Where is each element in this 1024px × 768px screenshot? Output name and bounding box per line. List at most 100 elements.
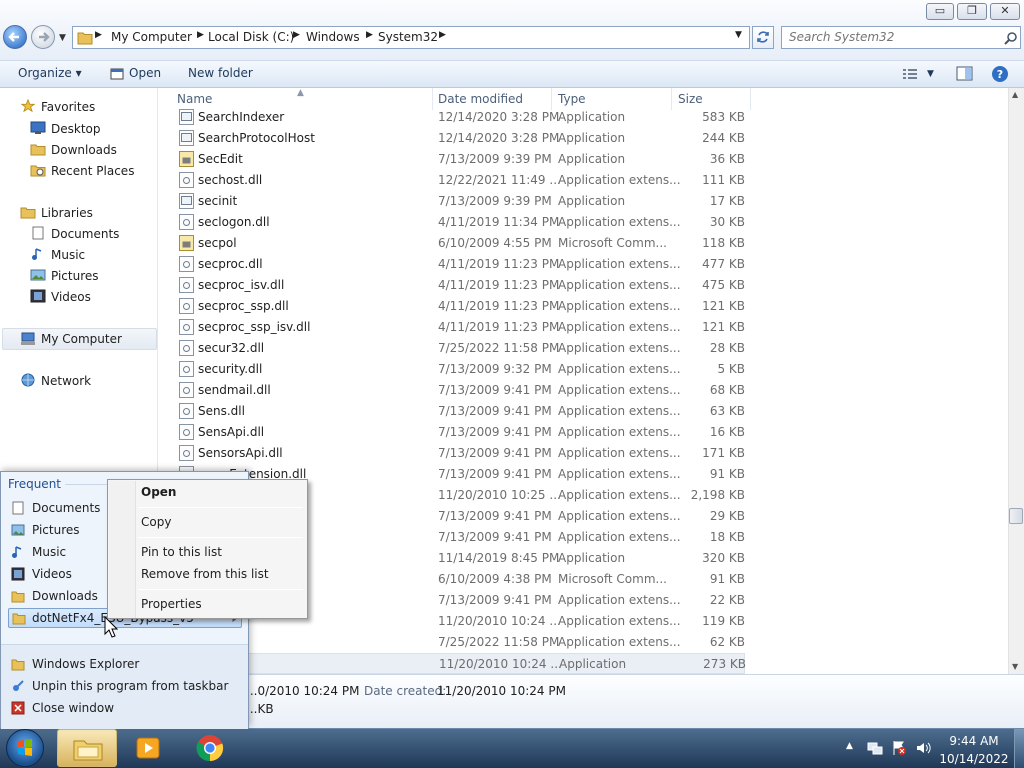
nav-item-videos[interactable]: Videos — [51, 290, 91, 304]
organize-button[interactable]: Organize ▾ — [18, 66, 82, 80]
file-row[interactable]: SensApi.dll 7/13/2009 9:41 PM Application … — [177, 422, 745, 443]
scroll-down-icon[interactable]: ▼ — [1012, 662, 1018, 671]
crumb-separator-icon[interactable]: ▶ — [293, 30, 300, 40]
file-row[interactable]: secproc_ssp.dll 4/11/2019 11:23 PM Applica… — [177, 296, 745, 317]
jumplist-task-unpin[interactable]: Unpin this program from taskbar — [32, 679, 228, 693]
scroll-up-icon[interactable]: ▲ — [1012, 90, 1018, 99]
taskbar-media-player-button[interactable] — [124, 729, 172, 767]
context-menu-properties[interactable]: Properties — [141, 597, 202, 611]
clock-time[interactable]: 9:44 AM — [944, 734, 1004, 748]
address-bar[interactable]: ▶ My Computer ▶ Local Disk (C:) ▶ Window… — [72, 26, 750, 49]
search-icon[interactable] — [1004, 31, 1018, 45]
file-row[interactable]: SecEdit 7/13/2009 9:39 PM Application 36 KB — [177, 149, 745, 170]
close-button[interactable]: ✕ — [990, 3, 1020, 20]
jumplist-item-pictures[interactable]: Pictures — [32, 523, 80, 537]
volume-icon[interactable] — [915, 740, 931, 756]
column-name[interactable]: Name — [177, 92, 212, 106]
forward-button[interactable] — [31, 25, 55, 49]
vertical-scrollbar[interactable] — [1008, 88, 1024, 674]
action-center-icon[interactable] — [891, 740, 907, 756]
nav-libraries[interactable]: Libraries — [41, 206, 93, 220]
refresh-button[interactable] — [752, 26, 774, 49]
address-dropdown-icon[interactable]: ▼ — [735, 30, 742, 40]
column-size[interactable]: Size — [678, 92, 703, 106]
jumplist-item-videos[interactable]: Videos — [32, 567, 72, 581]
file-size: 91 KB — [709, 467, 745, 481]
nav-item-music[interactable]: Music — [51, 248, 85, 262]
show-desktop-button[interactable] — [1014, 729, 1024, 768]
file-row[interactable]: secpol 6/10/2009 4:55 PM Microsoft Comm...… — [177, 233, 745, 254]
context-menu-copy[interactable]: Copy — [141, 515, 171, 529]
taskbar-chrome-button[interactable] — [186, 729, 234, 767]
file-row[interactable]: secinit 7/13/2009 9:39 PM Application 17 KB — [177, 191, 745, 212]
file-row[interactable]: secur32.dll 7/25/2022 11:58 PM Application… — [177, 338, 745, 359]
file-row[interactable]: sendmail.dll 7/13/2009 9:41 PM Application… — [177, 380, 745, 401]
nav-item-documents[interactable]: Documents — [51, 227, 119, 241]
search-box[interactable] — [781, 26, 1021, 49]
jumplist-item-documents[interactable]: Documents — [32, 501, 100, 515]
crumb-my-computer[interactable]: My Computer — [111, 30, 192, 44]
context-menu-pin[interactable]: Pin to this list — [141, 545, 222, 559]
file-row[interactable]: seclogon.dll 4/11/2019 11:34 PM Applicatio… — [177, 212, 745, 233]
nav-item-pictures[interactable]: Pictures — [51, 269, 99, 283]
view-options-icon[interactable] — [902, 68, 918, 80]
file-row[interactable]: SensorsApi.dll 7/13/2009 9:41 PM Applicati… — [177, 443, 745, 464]
back-button[interactable] — [3, 25, 27, 49]
crumb-system32[interactable]: System32 — [378, 30, 438, 44]
crumb-windows[interactable]: Windows — [306, 30, 360, 44]
file-row[interactable]: Sens.dll 7/13/2009 9:41 PM Application ext… — [177, 401, 745, 422]
file-type: Application extens... — [558, 173, 681, 187]
file-type: Application extens... — [558, 614, 681, 628]
crumb-local-disk[interactable]: Local Disk (C:) — [208, 30, 294, 44]
file-date-modified: 7/13/2009 9:39 PM — [438, 152, 552, 166]
crumb-separator-icon[interactable]: ▶ — [197, 30, 204, 40]
nav-item-desktop[interactable]: Desktop — [51, 122, 101, 136]
nav-item-recent-places[interactable]: Recent Places — [51, 164, 134, 178]
start-button[interactable] — [6, 729, 44, 767]
maximize-button[interactable]: ❐ — [957, 3, 987, 20]
show-hidden-icons-icon[interactable]: ▲ — [846, 741, 853, 751]
unpin-icon — [13, 680, 24, 691]
jumplist-item-downloads[interactable]: Downloads — [32, 589, 98, 603]
network-tray-icon[interactable] — [867, 740, 883, 756]
file-row[interactable]: secproc.dll 4/11/2019 11:23 PM Application… — [177, 254, 745, 275]
nav-favorites[interactable]: Favorites — [41, 100, 95, 114]
taskbar-explorer-button[interactable] — [57, 729, 117, 767]
search-input[interactable] — [789, 30, 994, 44]
file-row[interactable]: ...ale.dll7/25/2022 11:58 PMApplication … — [177, 632, 745, 653]
clock-date[interactable]: 10/14/2022 — [936, 752, 1012, 766]
videos-icon — [11, 567, 25, 581]
scrollbar-thumb[interactable] — [1009, 508, 1023, 524]
file-row[interactable]: 11/20/2010 10:24 ... Application 273 KB — [177, 653, 746, 674]
jumplist-item-music[interactable]: Music — [32, 545, 66, 559]
file-row[interactable]: secproc_isv.dll 4/11/2019 11:23 PM Applica… — [177, 275, 745, 296]
file-row[interactable]: security.dll 7/13/2009 9:32 PM Application… — [177, 359, 745, 380]
new-folder-button[interactable]: New folder — [188, 66, 253, 80]
view-dropdown-icon[interactable]: ▼ — [927, 69, 934, 79]
open-button[interactable]: Open — [129, 66, 161, 80]
nav-my-computer[interactable]: My Computer — [41, 332, 122, 346]
file-row[interactable]: sechost.dll 12/22/2021 11:49 ... Applicati… — [177, 170, 745, 191]
crumb-separator-icon[interactable]: ▶ — [439, 30, 446, 40]
column-type[interactable]: Type — [558, 92, 586, 106]
help-icon[interactable]: ? — [991, 65, 1009, 83]
file-row[interactable]: SearchProtocolHost 12/14/2020 3:28 PM Appl… — [177, 128, 745, 149]
file-size: 171 KB — [702, 446, 745, 460]
file-row[interactable]: secproc_ssp_isv.dll 4/11/2019 11:23 PM App… — [177, 317, 745, 338]
file-row[interactable]: SearchIndexer 12/14/2020 3:28 PM Applicati… — [177, 107, 745, 128]
desktop-icon — [30, 121, 46, 134]
minimize-button[interactable]: ▭ — [926, 3, 954, 20]
recent-pages-chevron-icon[interactable]: ▼ — [59, 33, 66, 43]
music-icon — [12, 546, 22, 558]
context-menu-remove[interactable]: Remove from this list — [141, 567, 269, 581]
context-menu-open[interactable]: Open — [141, 485, 176, 499]
crumb-separator-icon[interactable]: ▶ — [366, 30, 373, 40]
nav-network[interactable]: Network — [41, 374, 91, 388]
jumplist-task-windows-explorer[interactable]: Windows Explorer — [32, 657, 139, 671]
column-date-modified[interactable]: Date modified — [438, 92, 523, 106]
preview-pane-icon[interactable] — [956, 66, 973, 81]
nav-item-downloads[interactable]: Downloads — [51, 143, 117, 157]
file-size: 118 KB — [702, 236, 745, 250]
jumplist-task-close-window[interactable]: Close window — [32, 701, 114, 715]
file-date-modified: 7/25/2022 11:58 PM — [438, 341, 560, 355]
